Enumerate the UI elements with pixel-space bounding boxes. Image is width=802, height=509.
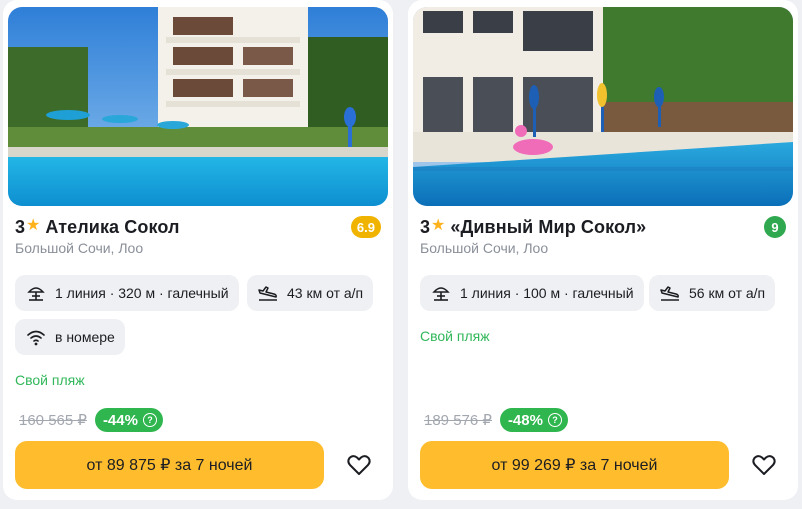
rating-badge: 9 bbox=[764, 216, 786, 238]
favorite-button[interactable] bbox=[343, 449, 375, 481]
star-icon: ★ bbox=[431, 217, 446, 234]
airport-feature-text: 43 км от а/п bbox=[287, 285, 364, 301]
hotel-results: 3 ★ Ателика Сокол 6.9 Большой Сочи, Лоо … bbox=[0, 0, 802, 509]
discount-badge[interactable]: -44% ? bbox=[94, 408, 163, 432]
beach-feature-text: 1 линия · 100 м · галечный bbox=[460, 285, 634, 301]
hotel-card[interactable]: 3 ★ Ателика Сокол 6.9 Большой Сочи, Лоо … bbox=[3, 0, 393, 500]
hotel-photo[interactable] bbox=[413, 7, 793, 206]
title-row: 3 ★ «Дивный Мир Сокол» 9 bbox=[420, 214, 786, 240]
beach-feature-chip: 1 линия · 100 м · галечный bbox=[420, 275, 644, 311]
favorite-button[interactable] bbox=[748, 449, 780, 481]
hotel-location: Большой Сочи, Лоо bbox=[15, 240, 144, 256]
info-icon[interactable]: ? bbox=[547, 413, 562, 427]
airplane-landing-icon bbox=[660, 286, 679, 301]
own-beach-label: Свой пляж bbox=[420, 328, 490, 344]
heart-icon bbox=[347, 455, 371, 475]
beach-feature-chip: 1 линия · 320 м · галечный bbox=[15, 275, 239, 311]
old-price: 160 565 ₽ bbox=[19, 412, 87, 429]
rating-badge: 6.9 bbox=[350, 216, 381, 238]
hotel-card[interactable]: 3 ★ «Дивный Мир Сокол» 9 Большой Сочи, Л… bbox=[408, 0, 798, 500]
hotel-name[interactable]: «Дивный Мир Сокол» bbox=[450, 217, 646, 238]
beach-umbrella-icon bbox=[27, 287, 45, 301]
hotel-name[interactable]: Ателика Сокол bbox=[45, 217, 179, 238]
airplane-landing-icon bbox=[258, 286, 277, 301]
old-price: 189 576 ₽ bbox=[424, 412, 492, 429]
airport-feature-chip: 43 км от а/п bbox=[247, 275, 374, 311]
price-row: 189 576 ₽ -48% ? bbox=[424, 408, 568, 432]
hotel-photo[interactable] bbox=[8, 7, 388, 206]
discount-value: -44% bbox=[102, 411, 138, 429]
star-icon: ★ bbox=[26, 217, 41, 234]
book-price-button[interactable]: от 99 269 ₽ за 7 ночей bbox=[420, 441, 729, 489]
beach-umbrella-icon bbox=[432, 287, 450, 301]
wifi-feature-chip: в номере bbox=[15, 319, 125, 355]
airport-feature-text: 56 км от а/п bbox=[689, 285, 766, 301]
own-beach-label: Свой пляж bbox=[15, 372, 85, 388]
discount-badge[interactable]: -48% ? bbox=[499, 408, 568, 432]
hotel-location: Большой Сочи, Лоо bbox=[420, 240, 549, 256]
title-row: 3 ★ Ателика Сокол 6.9 bbox=[15, 214, 381, 240]
heart-icon bbox=[752, 455, 776, 475]
info-icon[interactable]: ? bbox=[142, 413, 157, 427]
star-count: 3 bbox=[420, 216, 431, 237]
star-count: 3 bbox=[15, 216, 26, 237]
price-row: 160 565 ₽ -44% ? bbox=[19, 408, 163, 432]
beach-feature-text: 1 линия · 320 м · галечный bbox=[55, 285, 229, 301]
wifi-icon bbox=[27, 330, 45, 346]
airport-feature-chip: 56 км от а/п bbox=[649, 275, 776, 311]
wifi-feature-text: в номере bbox=[55, 329, 115, 345]
book-price-button[interactable]: от 89 875 ₽ за 7 ночей bbox=[15, 441, 324, 489]
discount-value: -48% bbox=[507, 411, 543, 429]
